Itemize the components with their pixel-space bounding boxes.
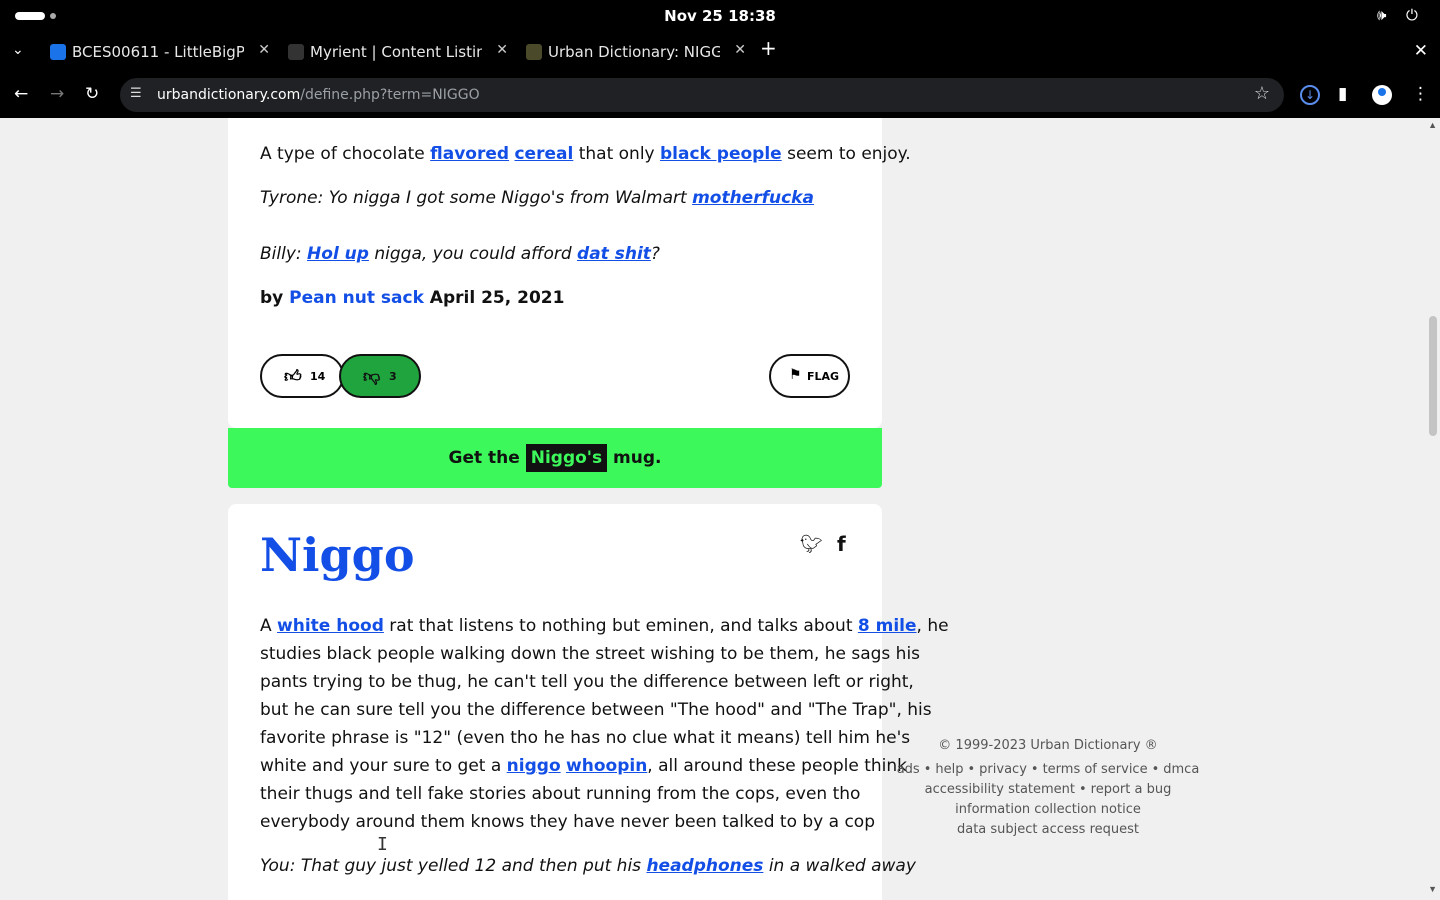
footer-link-privacy[interactable]: privacy <box>979 762 1027 777</box>
link-flavored[interactable]: flavored <box>430 144 509 164</box>
site-info-icon[interactable]: ☰ <box>130 86 142 101</box>
footer-links-row: accessibility statement • report a bug <box>924 782 1172 797</box>
scroll-up-arrow-icon[interactable]: ▲ <box>1428 120 1437 130</box>
link-headphones[interactable]: headphones <box>646 856 763 876</box>
definition-example: You: That guy just yelled 12 and then pu… <box>260 856 916 876</box>
mug-promo-banner[interactable]: Get the Niggo's mug. <box>228 428 882 488</box>
tab-urban-dictionary[interactable]: Urban Dictionary: NIGGO ✕ <box>522 36 754 68</box>
link-white-hood[interactable]: white hood <box>277 616 384 636</box>
footer-link-dmca[interactable]: dmca <box>1163 762 1199 777</box>
footer-link-help[interactable]: help <box>935 762 963 777</box>
back-arrow-icon[interactable]: ← <box>14 84 28 104</box>
url-text[interactable]: urbandictionary.com/define.php?term=NIGG… <box>157 87 480 103</box>
scroll-down-arrow-icon[interactable]: ▼ <box>1428 884 1437 894</box>
close-tab-icon[interactable]: ✕ <box>496 42 508 58</box>
flag-icon: ⚑ <box>789 367 802 383</box>
link-black-people[interactable]: black people <box>660 144 782 164</box>
footer-link-data-request[interactable]: data subject access request <box>890 820 1206 840</box>
contributor-line: by Pean nut sack April 25, 2021 <box>260 288 565 308</box>
page-content: A type of chocolate flavored cereal that… <box>0 118 1440 900</box>
definition-meaning-line: A white hood rat that listens to nothing… <box>260 616 949 636</box>
close-tab-icon[interactable]: ✕ <box>258 42 270 58</box>
thumbs-down-icon: 👎︎ <box>363 367 381 387</box>
definition-meaning-line: white and your sure to get a niggo whoop… <box>260 756 907 776</box>
footer-link-info-collection[interactable]: information collection notice <box>890 800 1206 820</box>
definition-word-link[interactable]: Niggo <box>260 528 415 582</box>
download-extension-icon[interactable]: ↓ <box>1300 85 1320 105</box>
tab-strip: ⌄ BCES00611 - LittleBigPla ✕ Myrient | C… <box>0 32 1440 72</box>
link-8-mile[interactable]: 8 mile <box>858 616 917 636</box>
navigation-bar: ← → ↻ ☰ urbandictionary.com/define.php?t… <box>0 72 1440 118</box>
definition-card: A type of chocolate flavored cereal that… <box>228 118 911 428</box>
link-motherfucka[interactable]: motherfucka <box>692 188 814 208</box>
page-scrollbar[interactable]: ▲ ▼ <box>1426 118 1440 900</box>
definition-example-line-2: Billy: Hol up nigga, you could afford da… <box>260 244 660 264</box>
close-tab-icon[interactable]: ✕ <box>734 42 746 58</box>
text-cursor-icon: I <box>377 834 388 855</box>
clock[interactable]: Nov 25 18:38 <box>0 7 1440 25</box>
tab-littlebigplanet[interactable]: BCES00611 - LittleBigPla ✕ <box>46 36 278 68</box>
browser-menu-icon[interactable]: ⋮ <box>1412 84 1429 104</box>
upvote-button[interactable]: 👍︎ 14 <box>260 354 344 398</box>
tab-myrient[interactable]: Myrient | Content Listing ✕ <box>284 36 516 68</box>
site-footer: © 1999-2023 Urban Dictionary ® ads • help •… <box>890 736 1206 840</box>
definition-meaning-line: everybody around them knows they have ne… <box>260 812 875 832</box>
author-link[interactable]: Pean nut sack <box>289 288 424 308</box>
volume-icon[interactable]: 🕪 <box>1377 6 1386 24</box>
definition-example-line-1: Tyrone: Yo nigga I got some Niggo's from… <box>260 188 814 208</box>
tab-title: Myrient | Content Listing <box>310 43 482 61</box>
window-close-icon[interactable]: ✕ <box>1414 41 1428 61</box>
link-whoopin[interactable]: whoopin <box>566 756 647 776</box>
definition-meaning-line: studies black people walking down the st… <box>260 644 921 664</box>
forward-arrow-icon[interactable]: → <box>50 84 64 104</box>
twitter-share-icon[interactable]: 🐦︎ <box>800 534 823 555</box>
reload-icon[interactable]: ↻ <box>85 84 99 104</box>
footer-link-terms[interactable]: terms of service <box>1043 762 1148 777</box>
definition-meaning-line: but he can sure tell you the difference … <box>260 700 932 720</box>
tab-title: Urban Dictionary: NIGGO <box>548 43 720 61</box>
side-panel-icon[interactable]: ▮ <box>1338 84 1347 104</box>
link-dat-shit[interactable]: dat shit <box>577 244 651 264</box>
footer-links-row: ads • help • privacy • terms of service • dmca <box>896 762 1200 777</box>
definition-card: Niggo 🐦︎ f A white hood rat that listens… <box>228 504 949 900</box>
downvote-button[interactable]: 👎︎ 3 <box>339 354 421 398</box>
copyright: © 1999-2023 Urban Dictionary ® <box>938 738 1158 753</box>
address-bar[interactable]: ☰ urbandictionary.com/define.php?term=NI… <box>120 78 1284 112</box>
footer-link-report-bug[interactable]: report a bug <box>1091 782 1172 797</box>
footer-link-ads[interactable]: ads <box>897 762 920 777</box>
link-hol-up[interactable]: Hol up <box>307 244 369 264</box>
definition-meaning-line: their thugs and tell fake stories about … <box>260 784 861 804</box>
myrient-favicon-icon <box>288 44 304 60</box>
power-icon[interactable]: ⏻ <box>1406 6 1418 24</box>
mug-word: Niggo's <box>525 444 608 472</box>
definition-meaning-line: pants trying to be thug, he can't tell y… <box>260 672 914 692</box>
tab-title: BCES00611 - LittleBigPla <box>72 43 244 61</box>
flag-button[interactable]: ⚑ FLAG <box>769 354 850 398</box>
os-top-bar: Nov 25 18:38 🕪 ⏻ <box>0 0 1440 32</box>
definition-meaning-line: favorite phrase is "12" (even tho he has… <box>260 728 911 748</box>
footer-link-accessibility[interactable]: accessibility statement <box>925 782 1075 797</box>
bookmark-star-icon[interactable]: ☆ <box>1254 83 1270 104</box>
link-cereal[interactable]: cereal <box>514 144 573 164</box>
definition-meaning: A type of chocolate flavored cereal that… <box>260 144 911 164</box>
scroll-thumb[interactable] <box>1429 316 1437 436</box>
facebook-share-icon[interactable]: f <box>837 532 846 556</box>
google-docs-favicon-icon <box>50 44 66 60</box>
tab-search-chevron-icon[interactable]: ⌄ <box>12 42 24 58</box>
downvote-count: 3 <box>389 370 397 383</box>
thumbs-up-icon: 👍︎ <box>284 367 302 387</box>
flag-label: FLAG <box>807 370 840 383</box>
upvote-count: 14 <box>310 370 326 383</box>
urban-dictionary-favicon-icon <box>526 44 542 60</box>
link-niggo[interactable]: niggo <box>507 756 561 776</box>
profile-avatar-icon[interactable] <box>1372 85 1392 105</box>
new-tab-plus-icon[interactable]: + <box>760 36 777 60</box>
